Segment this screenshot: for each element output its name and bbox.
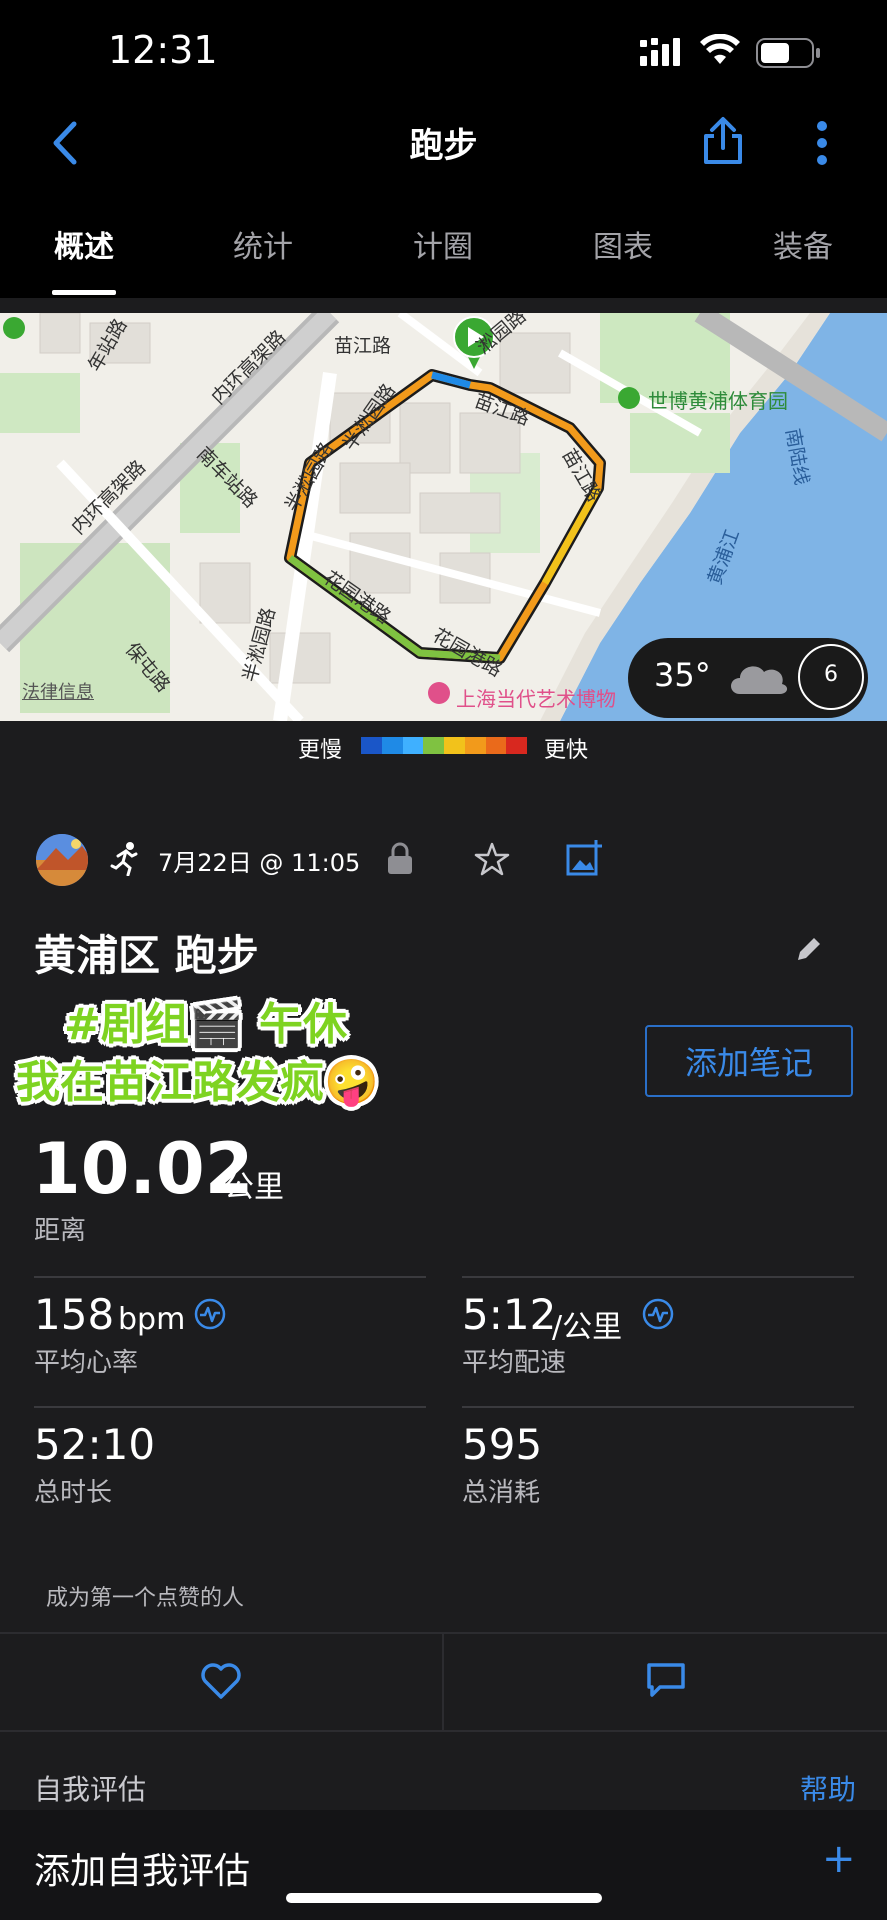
pace-legend-bar bbox=[361, 737, 527, 754]
help-link[interactable]: 帮助 bbox=[800, 1768, 856, 1808]
status-time: 12:31 bbox=[108, 28, 218, 72]
pace-unit: /公里 bbox=[552, 1310, 623, 1345]
calories-value: 595 bbox=[462, 1420, 543, 1469]
distance-unit: 公里 bbox=[224, 1170, 284, 1205]
divider bbox=[34, 1276, 426, 1278]
self-eval-label: 自我评估 bbox=[34, 1773, 147, 1806]
running-icon bbox=[110, 842, 140, 877]
edit-pencil-icon[interactable] bbox=[794, 934, 824, 964]
comment-icon bbox=[647, 1663, 685, 1697]
social-actions bbox=[0, 1632, 887, 1732]
share-icon bbox=[704, 117, 742, 164]
add-self-eval-text[interactable]: 添加自我评估 bbox=[34, 1842, 250, 1894]
heart-rate-label: 平均心率 bbox=[34, 1348, 139, 1378]
more-button[interactable] bbox=[812, 120, 832, 166]
duration-label: 总时长 bbox=[34, 1478, 113, 1508]
tab-bar: 概述 统计 计圈 图表 装备 bbox=[0, 200, 887, 298]
duration-value: 52:10 bbox=[34, 1420, 156, 1469]
calories-label: 总消耗 bbox=[462, 1478, 541, 1508]
add-note-button[interactable]: 添加笔记 bbox=[645, 1025, 853, 1097]
distance-label: 距离 bbox=[34, 1216, 87, 1246]
activity-date: 7月22日 @ 11:05 bbox=[158, 849, 361, 877]
battery-icon bbox=[756, 38, 822, 68]
more-vertical-icon bbox=[817, 121, 827, 165]
star-icon[interactable] bbox=[474, 842, 510, 876]
heart-rate-info-icon[interactable] bbox=[194, 1298, 226, 1330]
active-tab-indicator bbox=[52, 290, 116, 295]
activity-title: 黄浦区 跑步 bbox=[34, 931, 259, 980]
divider bbox=[462, 1276, 854, 1278]
legend-fast-label: 更快 bbox=[544, 738, 589, 763]
heart-rate-unit: bpm bbox=[118, 1302, 186, 1337]
map-label: 上海当代艺术博物 bbox=[456, 687, 616, 711]
map-label: 世博黄浦体育园 bbox=[648, 389, 788, 413]
pace-label: 平均配速 bbox=[462, 1348, 567, 1378]
heart-rate-value: 158 bbox=[34, 1290, 115, 1339]
wind-speed: 6 bbox=[824, 662, 838, 687]
like-button[interactable] bbox=[0, 1634, 444, 1730]
weather-temperature: 35° bbox=[654, 656, 711, 694]
divider bbox=[462, 1406, 854, 1408]
add-photo-icon[interactable] bbox=[566, 838, 604, 876]
avatar[interactable] bbox=[36, 834, 88, 886]
map-label: 苗江路 bbox=[334, 335, 392, 357]
sticker-text-line2: 我在苗江路发疯🤪 bbox=[16, 1057, 379, 1108]
wind-indicator: 6 bbox=[798, 644, 864, 710]
pace-value: 5:12 bbox=[462, 1290, 557, 1339]
comment-button[interactable] bbox=[444, 1634, 887, 1730]
tab-gear[interactable]: 装备 bbox=[743, 222, 863, 266]
pace-info-icon[interactable] bbox=[642, 1298, 674, 1330]
legend-slow-label: 更慢 bbox=[298, 738, 343, 763]
wifi-icon bbox=[700, 33, 740, 66]
heart-icon bbox=[201, 1663, 241, 1699]
legal-info-link[interactable]: 法律信息 bbox=[22, 678, 94, 704]
tab-overview[interactable]: 概述 bbox=[24, 222, 144, 266]
home-indicator bbox=[286, 1893, 602, 1903]
tab-stats[interactable]: 统计 bbox=[203, 222, 323, 266]
weather-badge[interactable]: 35° 6 bbox=[628, 638, 868, 718]
page-title: 跑步 bbox=[409, 126, 478, 166]
tab-laps[interactable]: 计圈 bbox=[383, 222, 503, 266]
tab-charts[interactable]: 图表 bbox=[563, 222, 683, 266]
cellular-signal-icon bbox=[640, 38, 686, 66]
distance-value: 10.02 bbox=[32, 1128, 254, 1210]
share-button[interactable] bbox=[700, 116, 746, 166]
cloud-icon bbox=[726, 656, 792, 698]
divider bbox=[34, 1406, 426, 1408]
likes-text: 成为第一个点赞的人 bbox=[46, 1586, 245, 1611]
add-plus-icon[interactable]: + bbox=[822, 1836, 856, 1882]
lock-icon[interactable] bbox=[386, 842, 414, 876]
sticker-text-line1: #剧组🎬 午休 bbox=[64, 999, 347, 1050]
